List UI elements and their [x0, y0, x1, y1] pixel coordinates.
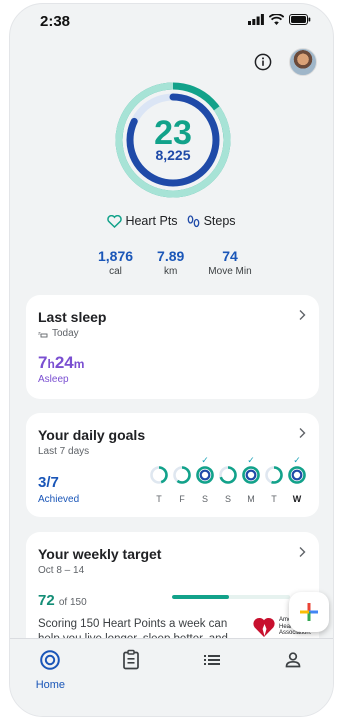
stat-value: 7.89: [157, 248, 185, 264]
last-sleep-card[interactable]: Last sleep ᶻ Today 7h24m Asleep: [26, 295, 319, 399]
signal-icon: [248, 14, 264, 25]
day-letter: S: [224, 494, 231, 504]
avatar[interactable]: [289, 48, 317, 76]
goal-inner-ring: [291, 469, 303, 481]
goal-check-icon: ✓: [293, 455, 301, 465]
sleep-minutes: 24: [54, 353, 74, 372]
sleep-status: Asleep: [38, 374, 69, 385]
goal-inner-ring: [245, 469, 257, 481]
day-letter: S: [201, 494, 208, 504]
journal-icon: [123, 649, 139, 670]
legend-steps-label: Steps: [203, 214, 236, 228]
stat-label: km: [164, 266, 178, 277]
stat-label: Move Min: [208, 266, 252, 277]
phone-screen: 2:38 23 8,225 Heart Pts Steps 1,876 cal …: [9, 3, 334, 717]
day-goal: ✓ S: [195, 455, 215, 504]
profile-icon: [285, 652, 300, 668]
stat-move-minutes: 74 Move Min: [208, 248, 251, 277]
day-letter: T: [156, 494, 162, 504]
sleep-minutes-unit: m: [73, 357, 85, 371]
wifi-icon: [269, 14, 284, 25]
add-fab-button[interactable]: [289, 592, 329, 632]
svg-text:ᶻ: ᶻ: [38, 330, 41, 338]
goal-check-icon: [149, 455, 169, 465]
chevron-right-icon: [299, 428, 306, 438]
status-bar: 2:38: [10, 4, 333, 38]
day-goal-ring: [242, 466, 260, 484]
nav-journal[interactable]: [101, 649, 161, 716]
nav-browse[interactable]: [182, 649, 242, 716]
legend-heart-points: Heart Pts: [107, 214, 178, 228]
goal-check-icon: ✓: [201, 455, 209, 465]
day-goal-ring: [173, 466, 191, 484]
weekly-goal-rings: T F ✓ S S ✓ M T ✓ W: [149, 455, 307, 504]
sleep-icon: ᶻ: [38, 330, 48, 338]
weekly-points: 72: [38, 592, 55, 609]
day-goal: S: [218, 455, 238, 504]
goal-check-icon: ✓: [247, 455, 255, 465]
day-goal-ring: [150, 466, 168, 484]
card-title: Last sleep: [38, 309, 107, 325]
weekly-of-label: of 150: [58, 597, 87, 608]
heart-torch-icon: [253, 617, 275, 637]
daily-goals-card[interactable]: Your daily goals Last 7 days 3/7 Achieve…: [26, 413, 319, 517]
day-letter: F: [179, 494, 185, 504]
day-letter: W: [292, 494, 302, 504]
goal-inner-ring: [199, 469, 211, 481]
plus-icon: [300, 603, 318, 621]
day-goal-ring: [288, 466, 306, 484]
activity-rings[interactable]: 23 8,225: [113, 80, 233, 200]
card-subtitle: ᶻ Today: [38, 328, 307, 339]
chevron-right-icon: [299, 310, 306, 320]
legend-heart-label: Heart Pts: [125, 214, 178, 228]
weekly-progress-fill: [172, 595, 229, 599]
stat-distance: 7.89 km: [157, 248, 184, 277]
ring-legend: Heart Pts Steps: [10, 214, 333, 228]
heart-outline-icon: [107, 214, 123, 228]
goal-check-icon: [172, 455, 192, 465]
day-letter: M: [247, 494, 255, 504]
battery-icon: [289, 14, 311, 25]
card-title: Your weekly target: [38, 546, 162, 562]
bottom-navigation: Home: [10, 638, 333, 716]
sleep-hours-unit: h: [47, 357, 55, 371]
card-title: Your daily goals: [38, 427, 146, 443]
status-icons: [248, 14, 311, 25]
day-goal: T: [149, 455, 169, 504]
day-goal: ✓ W: [287, 455, 307, 504]
goal-check-icon: [264, 455, 284, 465]
day-goal: F: [172, 455, 192, 504]
chevron-right-icon: [299, 547, 306, 557]
stat-value: 1,876: [98, 248, 134, 264]
header-actions: [254, 48, 317, 76]
goal-check-icon: [218, 455, 238, 465]
nav-home[interactable]: Home: [20, 649, 80, 716]
card-subtitle: Oct 8 – 14: [38, 565, 85, 576]
home-ring-icon: [40, 650, 61, 670]
daily-stats: 1,876 cal 7.89 km 74 Move Min: [98, 248, 252, 277]
info-icon[interactable]: [254, 53, 272, 71]
weekly-progress-bar: [172, 595, 290, 599]
footsteps-icon: [187, 214, 199, 227]
browse-list-icon: [203, 655, 220, 665]
day-goal-ring: [219, 466, 237, 484]
sleep-date: Today: [52, 328, 79, 339]
stat-calories: 1,876 cal: [98, 248, 133, 277]
steps-value: 8,225: [155, 147, 191, 163]
day-goal: ✓ M: [241, 455, 261, 504]
day-goal-ring: [265, 466, 283, 484]
status-time: 2:38: [40, 13, 71, 30]
sleep-duration: 7h24m: [38, 353, 307, 373]
legend-steps: Steps: [186, 214, 236, 228]
stat-value: 74: [222, 248, 238, 264]
nav-profile[interactable]: [263, 649, 323, 716]
nav-home-label: Home: [35, 679, 66, 691]
day-goal: T: [264, 455, 284, 504]
stat-label: cal: [109, 266, 122, 277]
day-goal-ring: [196, 466, 214, 484]
day-letter: T: [271, 494, 277, 504]
